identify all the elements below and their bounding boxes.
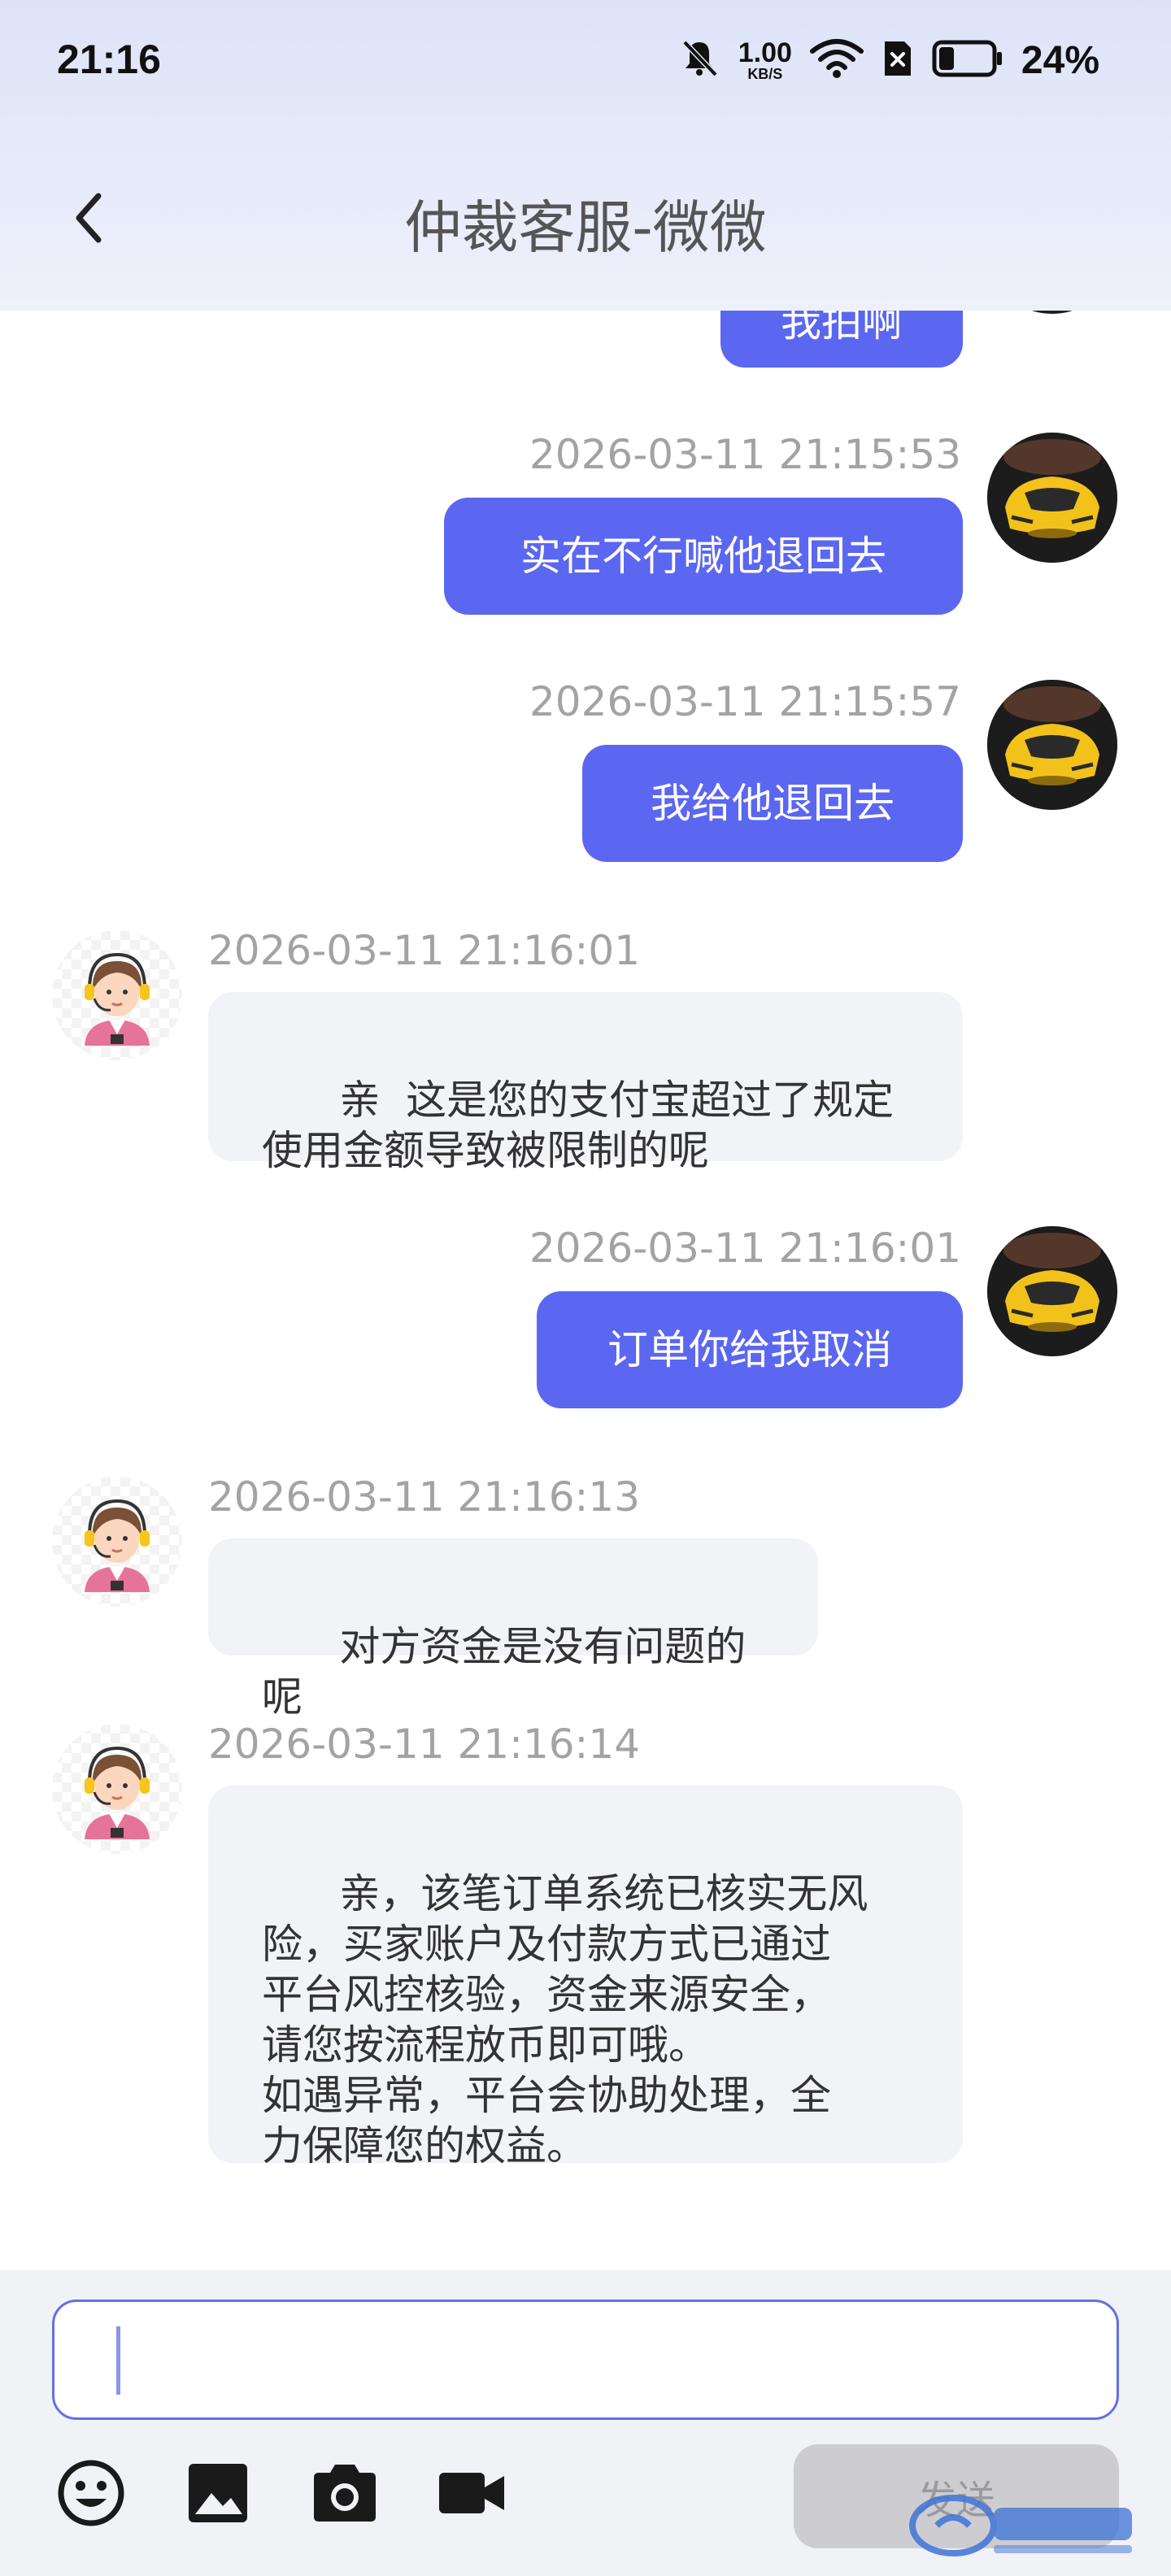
my-message-bubble[interactable]: 我给他退回去	[582, 745, 963, 862]
customer-service-agent-icon	[85, 1746, 150, 1839]
message-text: 亲 这是您的支付宝超过了规定 使用金额导致被限制的呢	[262, 1077, 895, 1174]
customer-service-agent-icon	[85, 952, 150, 1046]
message-timestamp: 2026-03-11 21:16:01	[208, 927, 641, 974]
network-speed-value: 1.00	[738, 37, 792, 68]
message-text: 我给他退回去	[651, 780, 895, 827]
message-input[interactable]	[52, 2300, 1119, 2420]
message-text: 订单你给我取消	[607, 1326, 892, 1373]
my-message-bubble[interactable]: 订单你给我取消	[537, 1291, 963, 1408]
page-title: 仲裁客服-微微	[404, 194, 767, 261]
mute-bell-icon	[678, 37, 720, 83]
message-list[interactable]: 我拍啊 2026-03-11 21:15:53 实在不行喊他退回去 2026-0…	[0, 0, 1171, 2269]
wifi-icon	[809, 38, 864, 82]
message-timestamp: 2026-03-11 21:16:14	[208, 1721, 641, 1768]
message-text: 对方资金是没有问题的呢	[262, 1623, 747, 1721]
message-timestamp: 2026-03-11 21:16:13	[208, 1473, 641, 1521]
send-button[interactable]: 发送	[794, 2444, 1119, 2548]
agent-avatar[interactable]	[52, 930, 182, 1060]
video-icon	[439, 2473, 504, 2513]
customer-service-agent-icon	[85, 1499, 150, 1592]
chat-page: 我拍啊 2026-03-11 21:15:53 实在不行喊他退回去 2026-0…	[0, 0, 1171, 2576]
status-time: 21:16	[57, 37, 161, 82]
my-avatar[interactable]	[987, 680, 1117, 810]
message-timestamp: 2026-03-11 21:15:53	[529, 431, 961, 478]
sim-off-icon	[882, 38, 914, 82]
message-timestamp: 2026-03-11 21:16:01	[529, 1225, 961, 1272]
emoji-icon	[58, 2460, 124, 2526]
network-speed-unit: KB/S	[747, 66, 783, 82]
battery-icon	[932, 40, 1003, 80]
status-icons: 1.00 KB/S 24%	[678, 34, 1099, 86]
my-message-bubble[interactable]: 实在不行喊他退回去	[444, 498, 963, 615]
my-avatar[interactable]	[987, 1226, 1117, 1356]
network-speed: 1.00 KB/S	[738, 39, 792, 81]
car-avatar-icon	[987, 433, 1117, 563]
image-icon	[189, 2464, 247, 2522]
nav-bar: 仲裁客服-微微	[0, 146, 1171, 293]
agent-message-bubble[interactable]: 亲 这是您的支付宝超过了规定 使用金额导致被限制的呢	[208, 992, 963, 1174]
emoji-button[interactable]	[52, 2454, 130, 2532]
text-caret	[116, 2326, 120, 2395]
battery-percent: 24%	[1021, 38, 1099, 82]
agent-message-bubble[interactable]: 亲，该笔订单系统已核实无风 险，买家账户及付款方式已通过 平台风控核验，资金来源…	[208, 1786, 963, 2169]
car-avatar-icon	[987, 1226, 1117, 1356]
app-header: 21:16 1.00 KB/S 24% 仲裁客服-微微	[0, 0, 1171, 311]
agent-avatar[interactable]	[52, 1724, 182, 1854]
my-avatar[interactable]	[987, 433, 1117, 563]
camera-button[interactable]	[306, 2454, 384, 2532]
agent-avatar[interactable]	[52, 1477, 182, 1607]
camera-icon	[314, 2465, 376, 2522]
message-text: 亲，该笔订单系统已核实无风 险，买家账户及付款方式已通过 平台风控核验，资金来源…	[262, 1870, 868, 2169]
composer: 发送	[0, 2270, 1171, 2576]
agent-message-bubble[interactable]: 对方资金是没有问题的呢	[208, 1538, 818, 1721]
image-button[interactable]	[179, 2454, 257, 2532]
status-bar: 21:16 1.00 KB/S 24%	[0, 0, 1171, 122]
car-avatar-icon	[987, 680, 1117, 810]
video-button[interactable]	[433, 2454, 511, 2532]
message-timestamp: 2026-03-11 21:15:57	[529, 678, 961, 725]
message-text: 实在不行喊他退回去	[520, 533, 886, 580]
